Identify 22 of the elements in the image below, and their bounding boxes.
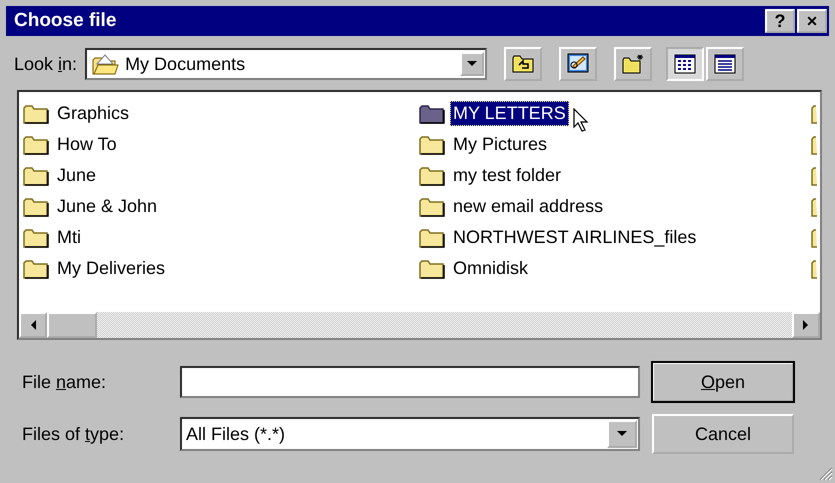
folder-item[interactable]: My Pictures [450,132,550,157]
window-title: Choose file [14,10,116,32]
file-name-label: File name: [22,372,108,392]
file-type-dropdown[interactable]: All Files (*.*) [180,417,640,451]
folder-item[interactable]: NORTHWEST AIRLINES_files [450,225,700,250]
folder-item[interactable]: Mti [54,225,84,250]
folder-item[interactable]: My Deliveries [54,256,168,281]
close-button[interactable]: × [797,9,827,33]
look-in-label: Look in: [14,54,78,74]
help-button[interactable]: ? [765,9,795,33]
cancel-button[interactable]: Cancel [652,414,794,454]
folder-item[interactable]: How To [54,132,120,157]
folder-item[interactable]: my test folder [450,163,564,188]
folder-item[interactable]: June & John [54,194,160,219]
folder-item[interactable]: new email address [450,194,606,219]
folder-item[interactable]: Graphics [54,101,132,126]
folder-item[interactable]: June [54,163,100,188]
open-button[interactable]: Open [652,362,794,402]
folder-item[interactable]: Omnidisk [450,256,532,281]
file-type-label: Files of type: [22,424,126,444]
folder-item[interactable]: MY LETTERS [450,101,569,126]
look-in-dropdown[interactable]: My Documents [85,48,488,80]
